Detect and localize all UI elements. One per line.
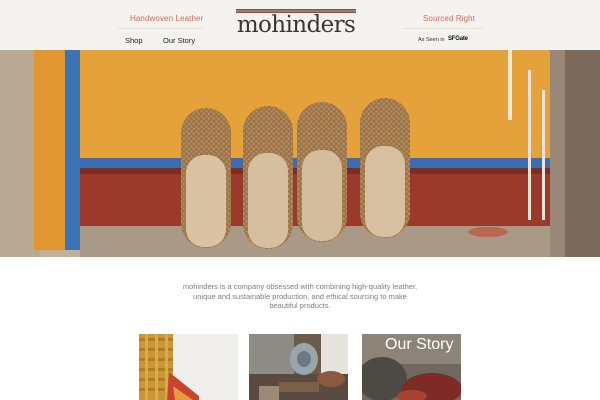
our-story-title: Our Story bbox=[385, 336, 454, 353]
hero-image-slippers bbox=[0, 50, 600, 257]
card-workshop[interactable] bbox=[249, 334, 348, 400]
craftsman-workshop-image bbox=[249, 334, 348, 400]
site-logo[interactable]: mohinders bbox=[236, 9, 356, 37]
nav-our-story-link[interactable]: Our Story bbox=[163, 36, 195, 45]
header-divider-left bbox=[118, 28, 203, 29]
tagline-handwoven-leather: Handwoven Leather bbox=[130, 14, 204, 23]
slipper-2 bbox=[243, 106, 293, 249]
logo-text: mohinders bbox=[236, 12, 356, 38]
as-seen-in-label: As Seen in bbox=[418, 37, 445, 43]
site-header: Handwoven Leather mohinders Sourced Righ… bbox=[0, 0, 600, 50]
slipper-1 bbox=[181, 108, 231, 248]
slipper-3 bbox=[297, 102, 347, 242]
tagline-sourced-right: Sourced Right bbox=[423, 14, 475, 23]
card-woven-bag[interactable] bbox=[139, 334, 238, 400]
woven-bag-image bbox=[139, 334, 238, 400]
header-divider-right bbox=[403, 28, 483, 29]
intro-text: mohinders is a company obsessed with com… bbox=[182, 282, 418, 311]
card-our-story[interactable]: Our Story bbox=[362, 334, 461, 400]
slipper-4 bbox=[360, 98, 410, 238]
nav-shop-link[interactable]: Shop bbox=[125, 36, 143, 45]
sfgate-logo[interactable]: SFGate bbox=[448, 36, 468, 42]
